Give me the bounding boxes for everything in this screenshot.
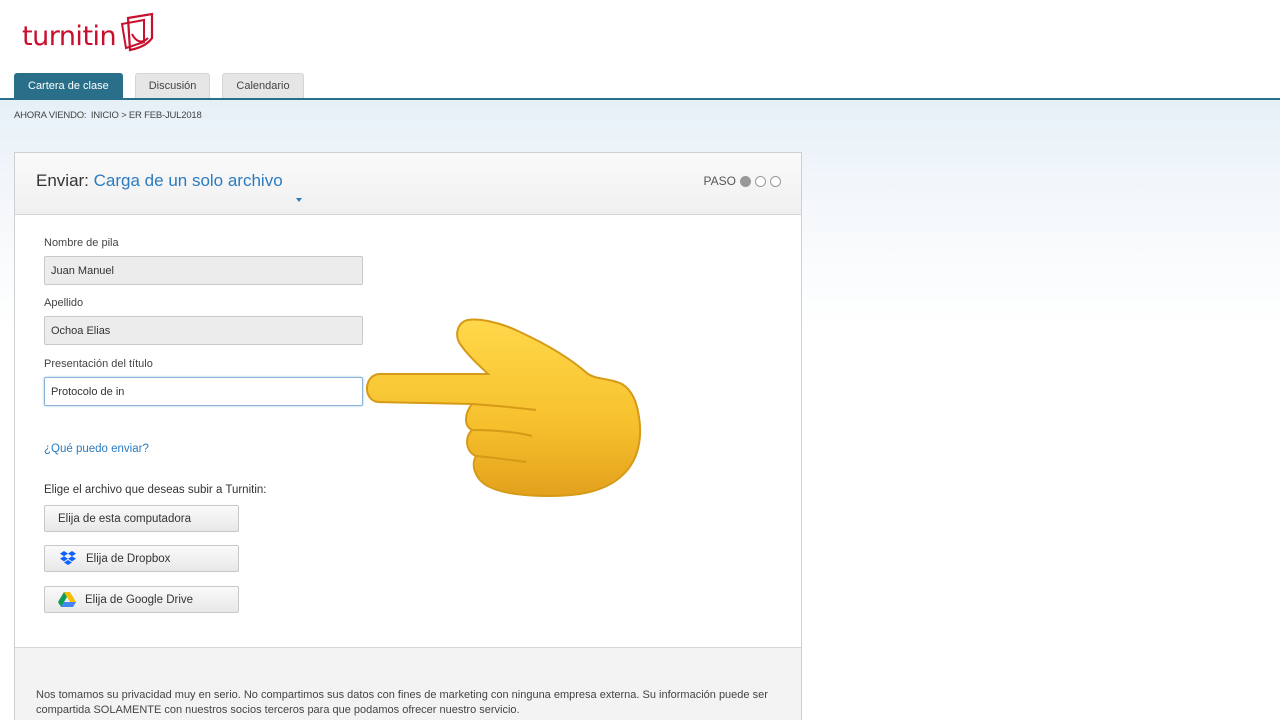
step-dot-2: [755, 175, 766, 187]
page-title: Enviar: Carga de un solo archivo: [36, 171, 283, 191]
step-label: PASO: [703, 174, 736, 188]
turnitin-logo[interactable]: turnitin: [22, 12, 158, 58]
last-name-label: Apellido: [44, 297, 84, 309]
breadcrumb-now-viewing: AHORA VIENDO:: [14, 110, 87, 121]
turnitin-mark-icon: [120, 12, 154, 52]
choose-from-computer-label: Elija de esta computadora: [58, 512, 191, 525]
choose-file-label: Elige el archivo que deseas subir a Turn…: [44, 484, 267, 496]
choose-from-google-drive-label: Elija de Google Drive: [85, 593, 194, 606]
main-tabs: Cartera de clase Discusión Calendario: [14, 73, 304, 98]
first-name-field[interactable]: [44, 256, 363, 285]
upload-mode-dropdown[interactable]: Carga de un solo archivo: [94, 171, 283, 190]
tab-calendar[interactable]: Calendario: [222, 73, 304, 98]
google-drive-icon: [58, 591, 76, 608]
step-dot-3: [770, 175, 781, 187]
breadcrumb: AHORA VIENDO: INICIO > ER FEB-JUL2018: [14, 110, 202, 121]
brand-name: turnitin: [22, 20, 117, 52]
first-name-label: Nombre de pila: [44, 237, 119, 249]
card-footer: Nos tomamos su privacidad muy en serio. …: [15, 647, 801, 720]
step-indicator: PASO: [704, 174, 781, 188]
dropbox-icon: [59, 550, 77, 567]
choose-from-dropbox-label: Elija de Dropbox: [86, 552, 171, 565]
chevron-down-icon[interactable]: [296, 198, 302, 202]
tab-class-portfolio[interactable]: Cartera de clase: [14, 73, 123, 98]
privacy-notice: Nos tomamos su privacidad muy en serio. …: [36, 689, 768, 716]
choose-from-google-drive-button[interactable]: Elija de Google Drive: [44, 586, 239, 613]
title-prefix: Enviar:: [36, 171, 89, 190]
top-header: turnitin Cartera de clase Discusión Cale…: [0, 0, 1280, 100]
submission-title-input[interactable]: [44, 377, 363, 406]
step-dot-1: [740, 175, 751, 187]
choose-from-dropbox-button[interactable]: Elija de Dropbox: [44, 545, 239, 572]
submission-title-label: Presentación del título: [44, 358, 153, 370]
breadcrumb-path-link[interactable]: INICIO > ER FEB-JUL2018: [91, 110, 202, 121]
what-can-i-submit-link[interactable]: ¿Qué puedo enviar?: [44, 443, 149, 455]
last-name-field[interactable]: [44, 316, 363, 345]
pointing-hand-emoji-icon: [366, 318, 642, 497]
choose-from-computer-button[interactable]: Elija de esta computadora: [44, 505, 239, 532]
tab-discussion[interactable]: Discusión: [134, 73, 211, 98]
card-header: Enviar: Carga de un solo archivo PASO: [15, 153, 801, 215]
